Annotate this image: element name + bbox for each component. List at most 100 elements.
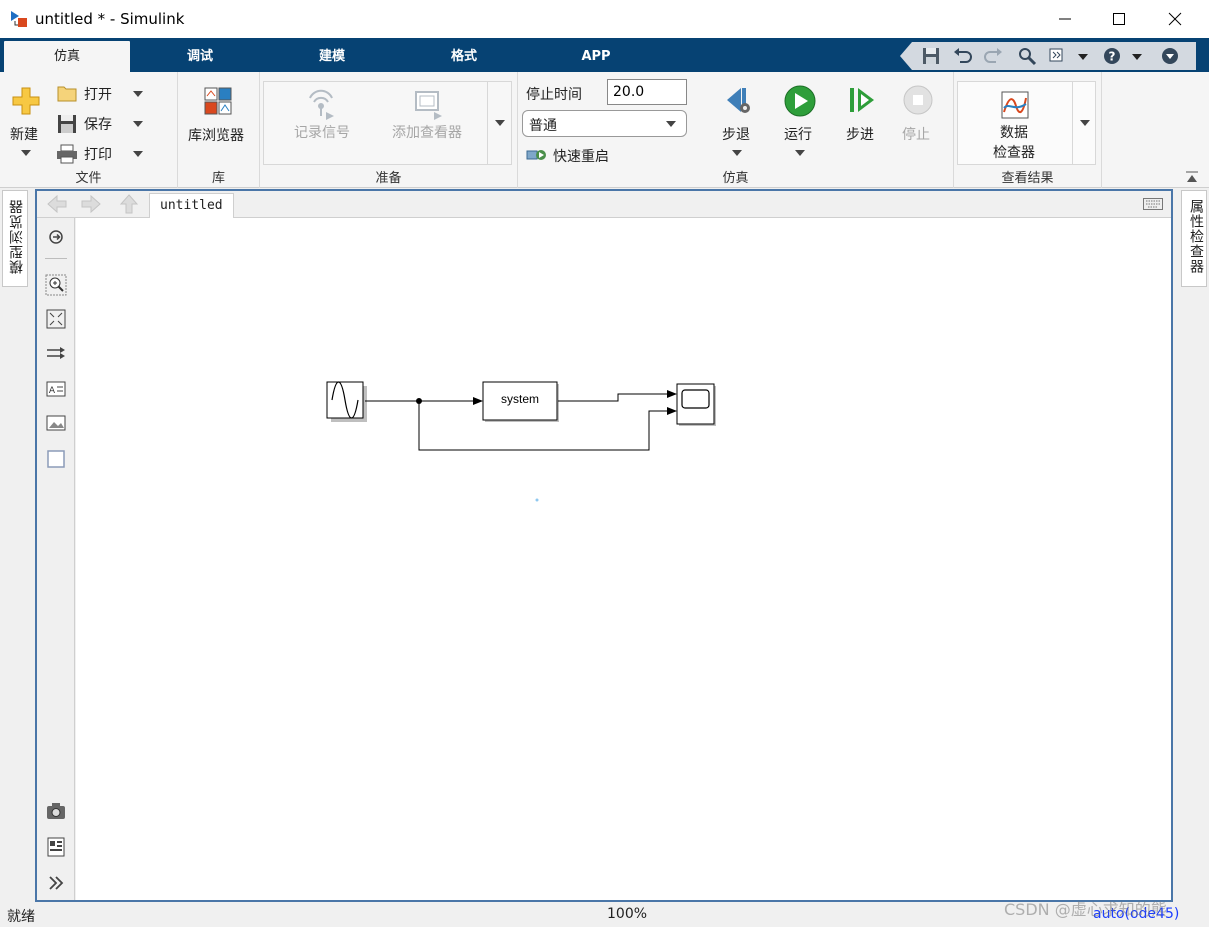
up-arrow-icon[interactable]	[117, 194, 141, 214]
ribbon-options-icon[interactable]	[1160, 46, 1182, 66]
stop-time-input[interactable]	[607, 79, 687, 105]
diagram-canvas[interactable]: system	[76, 218, 1171, 900]
screenshot-camera-icon[interactable]	[45, 800, 67, 822]
open-button[interactable]: 打开	[84, 84, 112, 104]
model-advisor-icon[interactable]	[1048, 46, 1070, 66]
fast-restart-icon	[526, 150, 546, 160]
fast-restart-button[interactable]: 快速重启	[553, 146, 609, 166]
sine-wave-block[interactable]	[326, 381, 367, 422]
system-block-label: system	[500, 392, 539, 406]
chevron-down-icon	[732, 150, 742, 156]
run-button[interactable]: 运行	[780, 82, 820, 166]
signal-routing-icon[interactable]	[45, 342, 67, 364]
chevron-down-icon	[21, 150, 31, 156]
library-browser-button[interactable]: 库浏览器	[182, 82, 256, 152]
tab-apps[interactable]: APP	[533, 41, 659, 72]
minimize-button[interactable]	[1041, 0, 1089, 38]
data-inspector-label-line1: 数据	[1000, 125, 1028, 141]
close-button[interactable]	[1151, 0, 1199, 38]
save-button[interactable]: 保存	[84, 114, 112, 134]
step-forward-button[interactable]: 步进	[842, 82, 882, 166]
add-viewer-button[interactable]: 添加查看器	[382, 84, 482, 154]
area-icon[interactable]	[45, 448, 67, 470]
close-icon	[1168, 12, 1182, 26]
data-inspector-icon	[1001, 91, 1029, 119]
stop-label: 停止	[902, 127, 930, 143]
simulation-mode-select[interactable]: 普通	[522, 110, 687, 137]
data-inspector-label-line2: 检查器	[993, 145, 1035, 161]
model-browser-label: 模型浏览器	[9, 199, 25, 274]
model-browser-tab[interactable]: 模型浏览器	[2, 190, 28, 287]
keyboard-icon[interactable]	[1143, 198, 1163, 210]
expand-palette-icon[interactable]	[45, 872, 67, 894]
review-gallery-expand[interactable]	[1072, 82, 1096, 164]
tab-debug[interactable]: 调试	[137, 41, 263, 72]
fit-to-view-icon[interactable]	[45, 308, 67, 330]
chevron-down-icon	[495, 120, 505, 126]
library-group-label: 库	[211, 171, 225, 186]
new-plus-icon	[12, 87, 40, 115]
chevron-down-icon[interactable]	[1132, 54, 1142, 60]
help-icon[interactable]: ?	[1102, 46, 1124, 66]
tab-simulation[interactable]: 仿真	[4, 41, 130, 72]
image-icon[interactable]	[45, 412, 67, 434]
block-diagram	[326, 381, 716, 502]
step-back-button[interactable]: 步退	[716, 82, 760, 166]
review-group-label: 查看结果	[1001, 171, 1054, 186]
forward-arrow-icon[interactable]	[79, 194, 103, 214]
window-title: untitled * - Simulink	[35, 10, 185, 28]
title-bar: untitled * - Simulink	[0, 0, 1209, 38]
ribbon: 新建 打开 保存 打印 文件 库浏览器 库 记录信号 添加查看器 准备 停止时间…	[0, 72, 1209, 188]
chevron-down-icon[interactable]	[133, 91, 143, 97]
file-group: 新建 打开 保存 打印 文件	[0, 72, 178, 188]
tab-format[interactable]: 格式	[401, 41, 527, 72]
scope-block[interactable]	[676, 383, 716, 426]
maximize-button[interactable]	[1095, 0, 1143, 38]
simulation-mode-value: 普通	[529, 118, 557, 134]
save-icon[interactable]	[920, 46, 942, 66]
hide-show-arrow-icon[interactable]	[45, 226, 67, 248]
quick-access-toolbar: ?	[900, 42, 1196, 70]
zoom-in-icon[interactable]	[45, 274, 67, 296]
chevron-down-icon	[666, 121, 676, 127]
stop-icon	[903, 85, 933, 115]
new-button[interactable]: 新建	[6, 82, 46, 168]
new-label: 新建	[10, 127, 38, 143]
log-signals-icon	[309, 89, 334, 120]
breadcrumb[interactable]: untitled	[149, 193, 234, 218]
prepare-group: 记录信号 添加查看器 准备	[260, 72, 518, 188]
chevron-down-icon	[795, 150, 805, 156]
model-data-editor-icon[interactable]	[45, 836, 67, 858]
signal-line-system-to-scope[interactable]	[558, 390, 677, 402]
print-icon	[57, 144, 77, 164]
step-back-label: 步退	[722, 127, 750, 143]
annotation-icon[interactable]: A	[45, 378, 67, 400]
prepare-group-label: 准备	[375, 171, 402, 186]
chevron-down-icon	[1080, 120, 1090, 126]
prepare-gallery: 记录信号 添加查看器	[263, 81, 512, 165]
collapse-ribbon-icon[interactable]	[1185, 170, 1199, 184]
log-signals-button[interactable]: 记录信号	[274, 84, 370, 154]
print-button[interactable]: 打印	[84, 144, 112, 164]
chevron-down-icon[interactable]	[133, 151, 143, 157]
svg-text:?: ?	[1109, 50, 1116, 64]
step-back-icon	[727, 88, 750, 113]
back-arrow-icon[interactable]	[45, 194, 69, 214]
property-inspector-tab[interactable]: 属性检查器	[1181, 190, 1207, 287]
add-viewer-label: 添加查看器	[392, 125, 462, 141]
prepare-gallery-expand[interactable]	[487, 82, 511, 164]
save-icon	[58, 115, 76, 133]
chevron-down-icon[interactable]	[1078, 54, 1088, 60]
undo-icon[interactable]	[952, 46, 974, 66]
data-inspector-button[interactable]: 数据 检查器	[960, 84, 1070, 162]
watermark: CSDN @虚心求知的熊	[1004, 900, 1167, 919]
stop-button[interactable]: 停止	[898, 82, 938, 166]
find-icon[interactable]	[1016, 46, 1038, 66]
step-forward-icon	[850, 88, 874, 112]
chevron-down-icon[interactable]	[133, 121, 143, 127]
tab-modeling[interactable]: 建模	[269, 41, 395, 72]
redo-icon[interactable]	[982, 46, 1004, 66]
simulate-group: 停止时间 普通 快速重启 步退 运行	[518, 72, 954, 188]
model-editor: untitled A system	[35, 189, 1173, 902]
tool-palette: A	[37, 218, 75, 900]
